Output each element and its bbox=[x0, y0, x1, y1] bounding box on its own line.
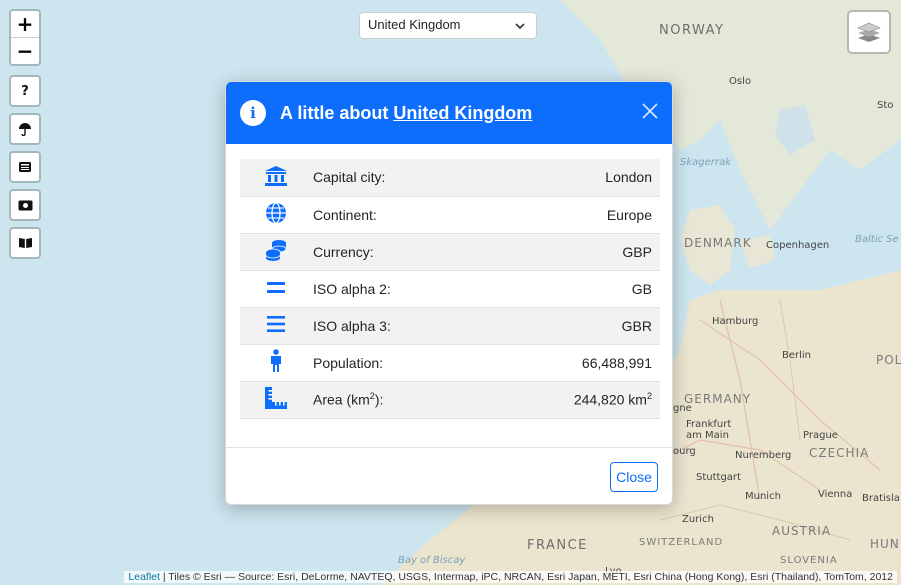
table-row: Currency: GBP bbox=[240, 233, 660, 270]
ruler-icon bbox=[265, 387, 287, 409]
bars-icon bbox=[267, 316, 285, 332]
area-value: 244,820 km2 bbox=[494, 381, 660, 418]
info-circle-icon: i bbox=[240, 100, 266, 126]
weather-button[interactable] bbox=[9, 113, 41, 145]
landmark-icon bbox=[265, 165, 287, 186]
population-label: Population: bbox=[313, 354, 384, 371]
zoom-out-button[interactable]: − bbox=[11, 37, 39, 64]
map-label-baltic: Baltic Se bbox=[855, 234, 899, 245]
area-label: Area (km2): bbox=[312, 381, 494, 418]
layers-control[interactable] bbox=[847, 10, 891, 54]
map-label-stockholm: Sto bbox=[877, 100, 894, 111]
equals-icon bbox=[267, 282, 285, 293]
country-link[interactable]: United Kingdom bbox=[393, 103, 532, 123]
map-label-zurich: Zurich bbox=[682, 514, 714, 525]
map-label-ourg: ourg bbox=[673, 446, 696, 457]
umbrella-icon bbox=[19, 123, 31, 136]
area-value-sup: 2 bbox=[646, 391, 652, 402]
country-info-modal: i A little about United Kingdom Capital … bbox=[225, 81, 673, 505]
currency-label: Currency: bbox=[313, 243, 374, 260]
map-label-copenhagen: Copenhagen bbox=[766, 240, 830, 251]
table-row: Area (km2): 244,820 km2 bbox=[240, 381, 660, 418]
modal-title-prefix: A little about bbox=[280, 102, 394, 123]
globe-icon bbox=[266, 202, 286, 224]
close-icon[interactable] bbox=[640, 101, 660, 121]
zoom-in-button[interactable]: + bbox=[11, 11, 39, 37]
capital-label: Capital city: bbox=[313, 169, 386, 186]
map-label-denmark: DENMARK bbox=[684, 236, 752, 250]
map-label-berlin: Berlin bbox=[782, 350, 812, 361]
zoom-control: + − bbox=[9, 9, 41, 66]
map-label-austria: AUSTRIA bbox=[772, 524, 832, 538]
map-label-slovenia: SLOVENIA bbox=[780, 555, 838, 566]
attribution-text: | Tiles © Esri — Source: Esri, DeLorme, … bbox=[159, 571, 893, 583]
modal-title: A little about United Kingdom bbox=[280, 103, 532, 124]
book-open-icon bbox=[18, 238, 32, 248]
map-label-skagerrak: Skagerrak bbox=[680, 157, 731, 168]
map-label-france: FRANCE bbox=[527, 538, 588, 553]
map-label-nuremberg: Nuremberg bbox=[735, 450, 792, 461]
map-label-vienna: Vienna bbox=[818, 489, 853, 500]
map-label-munich: Munich bbox=[745, 491, 781, 502]
news-button[interactable] bbox=[9, 151, 41, 183]
map-label-bay-of-biscay: Bay of Biscay bbox=[398, 555, 466, 566]
map-label-oslo: Oslo bbox=[729, 76, 751, 87]
map-label-frankfurt: Frankfurt am Main bbox=[686, 419, 732, 441]
wikipedia-button[interactable] bbox=[9, 227, 41, 259]
table-row: Population: 66,488,991 bbox=[240, 344, 660, 381]
population-value: 66,488,991 bbox=[581, 354, 652, 371]
map-label-prague: Prague bbox=[803, 430, 838, 441]
map-label-switzerland: SWITZERLAND bbox=[639, 537, 724, 548]
area-label-text: Area (km bbox=[313, 391, 370, 408]
map-attribution: Leaflet | Tiles © Esri — Source: Esri, D… bbox=[124, 571, 897, 583]
modal-footer: Close bbox=[226, 447, 672, 504]
iso-alpha2-value: GB bbox=[631, 280, 652, 297]
map-label-hun: HUN bbox=[870, 537, 900, 551]
coins-icon bbox=[265, 240, 287, 261]
map-label-hamburg: Hamburg bbox=[712, 316, 759, 327]
country-select-value: United Kingdom bbox=[368, 17, 461, 32]
help-button[interactable]: ? bbox=[9, 75, 41, 107]
country-select[interactable]: United Kingdom bbox=[359, 12, 537, 39]
close-button[interactable]: Close bbox=[610, 462, 658, 492]
leaflet-link[interactable]: Leaflet bbox=[128, 571, 160, 583]
map-label-stuttgart: Stuttgart bbox=[696, 472, 741, 483]
newspaper-icon bbox=[19, 162, 31, 172]
table-row: Capital city: London bbox=[240, 159, 660, 196]
person-icon bbox=[271, 349, 281, 372]
continent-value: Europe bbox=[606, 206, 652, 223]
iso-alpha3-value: GBR bbox=[621, 317, 652, 334]
money-bill-icon bbox=[18, 200, 32, 210]
capital-value: London bbox=[605, 169, 652, 186]
question-icon: ? bbox=[21, 83, 29, 99]
map-label-pol: POL bbox=[876, 353, 901, 367]
map-label-czechia: CZECHIA bbox=[809, 446, 870, 460]
table-row: ISO alpha 2: GB bbox=[240, 270, 660, 307]
table-row: ISO alpha 3: GBR bbox=[240, 307, 660, 344]
map-label-gne: gne bbox=[673, 403, 692, 414]
modal-body: Capital city: London Continent: Europe C… bbox=[226, 144, 672, 419]
map-label-bratisla: Bratisla bbox=[862, 493, 900, 504]
continent-label: Continent: bbox=[313, 206, 377, 223]
map-label-germany: GERMANY bbox=[684, 392, 752, 406]
area-value-text: 244,820 km bbox=[573, 391, 647, 408]
iso-alpha3-label: ISO alpha 3: bbox=[313, 317, 391, 334]
iso-alpha2-label: ISO alpha 2: bbox=[313, 280, 391, 297]
currency-value: GBP bbox=[622, 243, 652, 260]
map-label-norway: NORWAY bbox=[659, 23, 725, 38]
table-row: Continent: Europe bbox=[240, 196, 660, 233]
chevron-down-icon bbox=[515, 23, 525, 30]
layers-icon bbox=[857, 22, 881, 42]
country-info-table: Capital city: London Continent: Europe C… bbox=[240, 159, 660, 419]
modal-header: i A little about United Kingdom bbox=[226, 82, 672, 144]
currency-button[interactable] bbox=[9, 189, 41, 221]
area-label-suffix: ): bbox=[374, 391, 384, 408]
